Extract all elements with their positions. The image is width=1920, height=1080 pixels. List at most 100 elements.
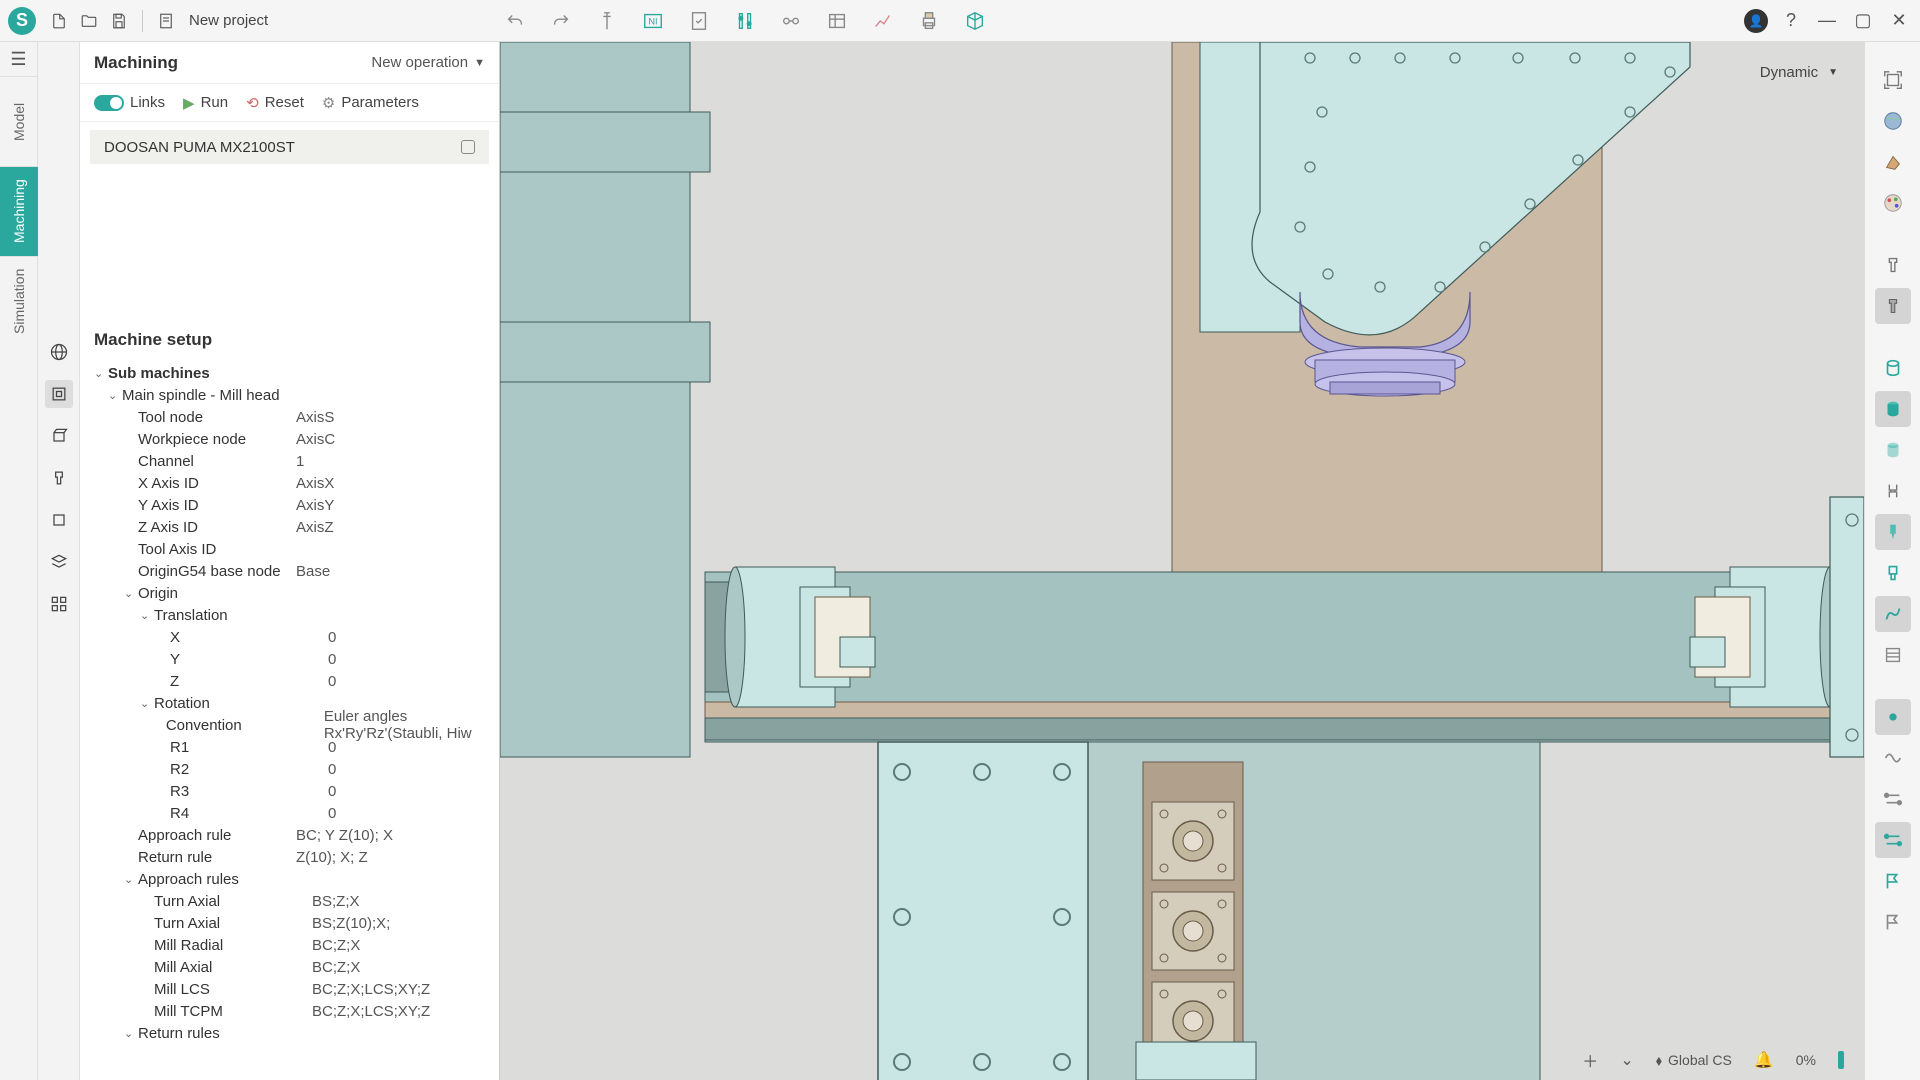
link-icon[interactable] [776, 6, 806, 36]
menu-icon[interactable]: ☰ [0, 42, 37, 76]
run-button[interactable]: ▶Run [183, 94, 228, 112]
machine-icon[interactable] [45, 380, 73, 408]
help-icon[interactable]: ? [1778, 8, 1804, 34]
tree-row[interactable]: OriginG54 base nodeBase [90, 560, 489, 582]
setup-tree: ⌄Sub machines ⌄Main spindle - Mill head … [90, 362, 489, 1042]
tree-row[interactable]: R30 [90, 780, 489, 802]
maximize-icon[interactable]: ▢ [1850, 8, 1876, 34]
machine-view [500, 42, 1864, 1080]
clamp-icon[interactable] [1875, 473, 1911, 509]
tree-row[interactable]: ⌄Approach rules [90, 868, 489, 890]
redo-icon[interactable] [546, 6, 576, 36]
svg-text:NI: NI [648, 16, 657, 26]
palette-icon[interactable] [1875, 185, 1911, 221]
parameters-button[interactable]: ⚙Parameters [322, 94, 419, 112]
tree-row[interactable]: Y0 [90, 648, 489, 670]
view-mode-dropdown[interactable]: Dynamic▼ [1760, 64, 1838, 81]
path-a-icon[interactable] [1875, 781, 1911, 817]
tree-row[interactable]: ConventionEuler angles Rx'Ry'Rz'(Staubli… [90, 714, 489, 736]
flag-icon[interactable] [1875, 863, 1911, 899]
layers-icon[interactable] [45, 548, 73, 576]
tab-model[interactable]: Model [0, 76, 38, 166]
holder-icon[interactable] [1875, 555, 1911, 591]
shaded-icon[interactable] [1875, 288, 1911, 324]
tree-row[interactable]: ⌄Sub machines [90, 362, 489, 384]
point-icon[interactable] [1875, 699, 1911, 735]
tab-simulation[interactable]: Simulation [0, 256, 38, 346]
reset-button[interactable]: ⟲Reset [246, 94, 304, 112]
chart-icon[interactable] [868, 6, 898, 36]
settings-icon[interactable] [730, 6, 760, 36]
chevron-down-icon[interactable]: ⌄ [1620, 1050, 1633, 1070]
tree-row[interactable]: Workpiece nodeAxisC [90, 428, 489, 450]
tree-row[interactable]: Mill TCPMBC;Z;X;LCS;XY;Z [90, 1000, 489, 1022]
tree-row[interactable]: ⌄Main spindle - Mill head [90, 384, 489, 406]
wireframe-icon[interactable] [1875, 247, 1911, 283]
tree-row[interactable]: Mill AxialBC;Z;X [90, 956, 489, 978]
cs-indicator[interactable]: ⬧Global CS [1656, 1052, 1732, 1069]
toolpath-icon[interactable] [1875, 596, 1911, 632]
stock-trans-icon[interactable] [1875, 432, 1911, 468]
box-icon[interactable] [45, 506, 73, 534]
tab-machining[interactable]: Machining [0, 166, 38, 256]
hatch-icon[interactable] [1875, 637, 1911, 673]
tree-row[interactable]: X0 [90, 626, 489, 648]
tree-row[interactable]: Mill RadialBC;Z;X [90, 934, 489, 956]
machine-checkbox-icon[interactable] [461, 140, 475, 154]
stock-solid-icon[interactable] [1875, 391, 1911, 427]
open-folder-icon[interactable] [76, 8, 102, 34]
tool-icon-1[interactable] [592, 6, 622, 36]
links-toggle[interactable]: Links [94, 94, 165, 111]
stock-wire-icon[interactable] [1875, 350, 1911, 386]
new-file-icon[interactable] [46, 8, 72, 34]
machine-row[interactable]: DOOSAN PUMA MX2100ST [90, 130, 489, 164]
new-operation-button[interactable]: New operation▼ [371, 54, 485, 71]
tool-display-icon[interactable] [1875, 514, 1911, 550]
wave-icon[interactable] [1875, 740, 1911, 776]
cube-icon[interactable] [960, 6, 990, 36]
tree-row[interactable]: R20 [90, 758, 489, 780]
tree-row[interactable]: Mill LCSBC;Z;X;LCS;XY;Z [90, 978, 489, 1000]
print-icon[interactable] [914, 6, 944, 36]
tree-row[interactable]: Approach ruleBC; Y Z(10); X [90, 824, 489, 846]
tree-row[interactable]: Y Axis IDAxisY [90, 494, 489, 516]
ni-icon[interactable]: NI [638, 6, 668, 36]
document-icon[interactable] [153, 8, 179, 34]
path-b-icon[interactable] [1875, 822, 1911, 858]
progress-bar [1838, 1051, 1844, 1069]
tree-row[interactable]: Tool Axis ID [90, 538, 489, 560]
fixture-icon[interactable] [45, 464, 73, 492]
save-icon[interactable] [106, 8, 132, 34]
tree-row[interactable]: Z0 [90, 670, 489, 692]
separator [142, 10, 143, 32]
flag-outline-icon[interactable] [1875, 904, 1911, 940]
panel-title: Machining [94, 53, 178, 73]
minimize-icon[interactable]: — [1814, 8, 1840, 34]
table-icon[interactable] [822, 6, 852, 36]
tree-row[interactable]: Z Axis IDAxisZ [90, 516, 489, 538]
tree-row[interactable]: ⌄Return rules [90, 1022, 489, 1042]
tree-row[interactable]: Channel1 [90, 450, 489, 472]
undo-icon[interactable] [500, 6, 530, 36]
tree-row[interactable]: ⌄Origin [90, 582, 489, 604]
stock-icon[interactable] [45, 422, 73, 450]
tree-row[interactable]: Return ruleZ(10); X; Z [90, 846, 489, 868]
tree-row[interactable]: R40 [90, 802, 489, 824]
tree-row[interactable]: X Axis IDAxisX [90, 472, 489, 494]
report-icon[interactable] [684, 6, 714, 36]
3d-viewport[interactable]: Dynamic▼ [500, 42, 1864, 1080]
app-logo[interactable]: S [8, 7, 36, 35]
fit-view-icon[interactable] [1875, 62, 1911, 98]
grid-icon[interactable] [45, 590, 73, 618]
tree-row[interactable]: Turn AxialBS;Z(10);X; [90, 912, 489, 934]
globe-icon[interactable] [45, 338, 73, 366]
bell-icon[interactable]: 🔔 [1754, 1050, 1774, 1070]
tree-row[interactable]: ⌄Translation [90, 604, 489, 626]
tree-row[interactable]: Tool nodeAxisS [90, 406, 489, 428]
add-icon[interactable]: ＋ [1582, 1048, 1598, 1072]
globe-view-icon[interactable] [1875, 103, 1911, 139]
face-view-icon[interactable] [1875, 144, 1911, 180]
tree-row[interactable]: Turn AxialBS;Z;X [90, 890, 489, 912]
user-avatar[interactable]: 👤 [1744, 9, 1768, 33]
close-icon[interactable]: ✕ [1886, 8, 1912, 34]
